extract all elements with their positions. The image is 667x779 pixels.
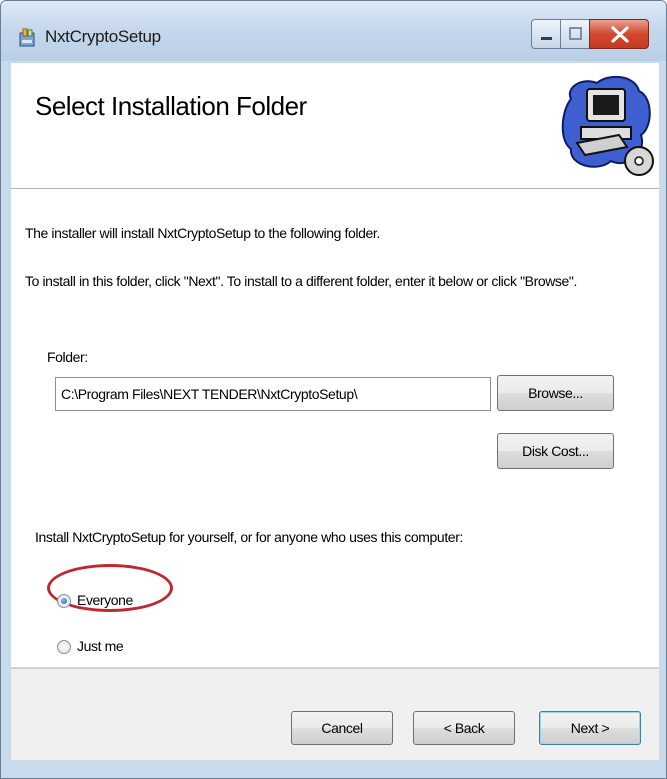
- next-button[interactable]: Next >: [539, 711, 641, 745]
- back-button[interactable]: < Back: [413, 711, 515, 745]
- radio-just-me-button[interactable]: [57, 640, 71, 654]
- maximize-button[interactable]: [560, 19, 590, 49]
- installer-window: NxtCryptoSetup Select Installation Folde…: [0, 0, 667, 779]
- instructions-text: To install in this folder, click "Next".…: [25, 273, 577, 289]
- browse-button[interactable]: Browse...: [497, 375, 614, 411]
- header-banner: Select Installation Folder: [11, 63, 659, 189]
- content-area: The installer will install NxtCryptoSetu…: [11, 189, 659, 667]
- close-icon: [611, 26, 629, 43]
- cancel-button[interactable]: Cancel: [291, 711, 393, 745]
- button-footer: Cancel < Back Next >: [11, 668, 659, 761]
- radio-everyone-label[interactable]: Everyone: [77, 592, 133, 608]
- minimize-button[interactable]: [531, 19, 561, 49]
- window-bottom-border: [1, 760, 666, 778]
- disk-cost-button[interactable]: Disk Cost...: [497, 433, 614, 469]
- close-button[interactable]: [589, 19, 649, 49]
- radio-everyone-button[interactable]: [57, 594, 71, 608]
- radio-just-me-label[interactable]: Just me: [77, 638, 124, 654]
- install-scope-question: Install NxtCryptoSetup for yourself, or …: [35, 529, 463, 545]
- folder-path-input[interactable]: [55, 377, 491, 411]
- title-bar[interactable]: NxtCryptoSetup: [1, 1, 666, 61]
- minimize-icon: [541, 37, 552, 40]
- intro-text: The installer will install NxtCryptoSetu…: [25, 225, 380, 241]
- window-title: NxtCryptoSetup: [45, 27, 161, 46]
- computer-with-cd-icon: [561, 75, 654, 176]
- page-title: Select Installation Folder: [35, 91, 307, 121]
- folder-label: Folder:: [47, 349, 88, 365]
- maximize-icon: [569, 27, 582, 40]
- installer-package-icon: [19, 28, 35, 47]
